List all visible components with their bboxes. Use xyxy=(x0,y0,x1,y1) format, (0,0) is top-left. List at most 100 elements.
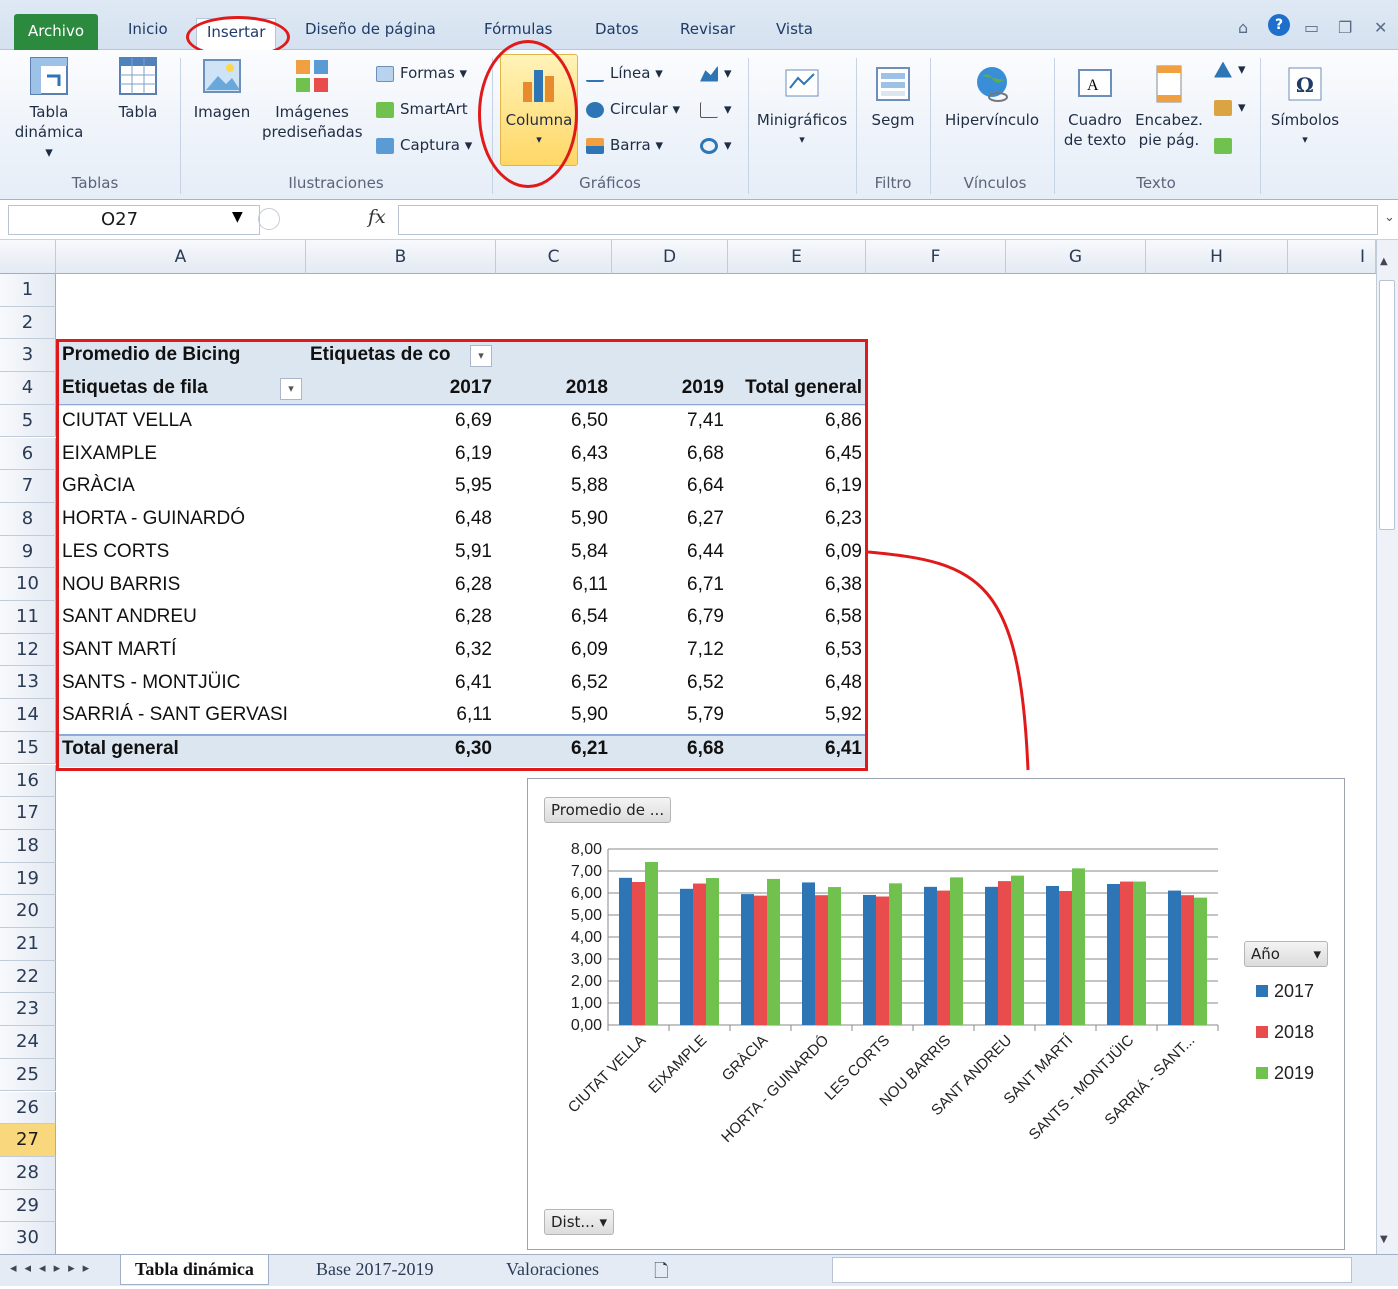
wordart-button[interactable]: ▾ xyxy=(1214,60,1246,78)
fx-icon[interactable]: fx xyxy=(368,206,386,228)
row-header[interactable]: 20 xyxy=(0,895,56,928)
insert-sheet-icon[interactable]: 🗋 xyxy=(640,1255,682,1285)
row-header[interactable]: 28 xyxy=(0,1156,56,1190)
shapes-button[interactable]: Formas ▾ xyxy=(376,64,467,82)
horizontal-scrollbar[interactable] xyxy=(832,1257,1352,1283)
row-header[interactable]: 26 xyxy=(0,1091,56,1125)
column-header[interactable]: B xyxy=(306,240,496,274)
tab-formulas[interactable]: Fórmulas xyxy=(484,20,552,38)
function-wizard-icon[interactable] xyxy=(258,208,280,230)
sparklines-button[interactable]: Minigráficos ▾ xyxy=(752,64,852,150)
row-header[interactable]: 10 xyxy=(0,568,56,601)
row-header[interactable]: 27 xyxy=(0,1124,56,1157)
column-header[interactable]: F xyxy=(866,240,1006,274)
row-header[interactable]: 17 xyxy=(0,797,56,830)
tab-inicio[interactable]: Inicio xyxy=(128,20,168,38)
tab-datos[interactable]: Datos xyxy=(595,20,639,38)
column-header[interactable]: E xyxy=(728,240,866,274)
row-header[interactable]: 11 xyxy=(0,601,56,634)
column-header[interactable]: A xyxy=(56,240,306,274)
bar-2019-8 xyxy=(1133,881,1146,1025)
pivot-chart[interactable]: Promedio de ... Dist... ▾ 0,00 1,00 2,00 3,… xyxy=(527,778,1345,1250)
scatter-chart-button[interactable]: ▾ xyxy=(700,100,732,118)
row-header[interactable]: 25 xyxy=(0,1058,56,1092)
column-header[interactable]: D xyxy=(612,240,728,274)
line-chart-button[interactable]: Línea ▾ xyxy=(586,64,663,82)
scroll-thumb[interactable] xyxy=(1379,280,1395,530)
row-header[interactable]: 30 xyxy=(0,1222,56,1255)
image-button[interactable]: Imagen xyxy=(188,56,256,122)
row-header[interactable]: 2 xyxy=(0,306,56,340)
sheet-tab-valoraciones[interactable]: Valoraciones xyxy=(492,1255,613,1285)
pie-chart-button[interactable]: Circular ▾ xyxy=(586,100,680,118)
row-header[interactable]: 5 xyxy=(0,404,56,438)
row-header[interactable]: 12 xyxy=(0,633,56,667)
legend-field-button[interactable]: Año ▾ xyxy=(1244,941,1328,967)
tab-revisar[interactable]: Revisar xyxy=(680,20,735,38)
smartart-button[interactable]: SmartArt xyxy=(376,100,468,118)
table-button[interactable]: Tabla xyxy=(108,56,168,122)
name-box-dropdown-icon[interactable]: ▼ xyxy=(232,209,243,225)
name-box[interactable]: O27 xyxy=(8,205,260,235)
column-header[interactable]: H xyxy=(1146,240,1288,274)
row-header[interactable]: 4 xyxy=(0,372,56,405)
row-header[interactable]: 23 xyxy=(0,993,56,1027)
other-charts-button[interactable]: ▾ xyxy=(700,136,732,154)
formula-input[interactable] xyxy=(398,205,1378,235)
bar-2018-1 xyxy=(693,883,706,1025)
sheet-tab-base[interactable]: Base 2017-2019 xyxy=(302,1255,447,1285)
column-header[interactable]: C xyxy=(496,240,612,274)
textbox-button[interactable]: A Cuadro de texto xyxy=(1060,64,1130,150)
row-header[interactable]: 18 xyxy=(0,829,56,863)
clipart-button[interactable]: Imágenes prediseñadas xyxy=(262,56,363,142)
vertical-scrollbar[interactable]: ▲ ▼ xyxy=(1376,240,1398,1254)
tab-diseno-pagina[interactable]: Diseño de página xyxy=(305,20,436,38)
hyperlink-button[interactable]: Hipervínculo xyxy=(936,64,1048,130)
help-icon[interactable]: ? xyxy=(1268,14,1290,36)
expand-formula-icon[interactable]: ⌄ xyxy=(1384,210,1395,225)
row-header[interactable]: 29 xyxy=(0,1189,56,1223)
sheet-tab-bar: ◂◂◂▸▸▸ Tabla dinámica Base 2017-2019 Val… xyxy=(0,1254,1398,1286)
minimize-window-icon[interactable]: ▭ xyxy=(1304,18,1319,37)
column-header[interactable]: I xyxy=(1288,240,1376,274)
slicer-button[interactable]: Segm xyxy=(864,64,922,130)
minimize-ribbon-icon[interactable]: ⌂ xyxy=(1238,18,1248,37)
signature-line-button[interactable]: ▾ xyxy=(1214,98,1246,116)
sheet-tab-tabla-dinamica[interactable]: Tabla dinámica xyxy=(120,1255,269,1285)
bar-chart-button[interactable]: Barra ▾ xyxy=(586,136,663,154)
row-header[interactable]: 15 xyxy=(0,731,56,765)
column-header[interactable]: G xyxy=(1006,240,1146,274)
row-header[interactable]: 24 xyxy=(0,1026,56,1059)
scroll-up-icon[interactable]: ▲ xyxy=(1380,256,1388,267)
row-header[interactable]: 6 xyxy=(0,437,56,471)
row-header[interactable]: 8 xyxy=(0,502,56,536)
pivot-table-button[interactable]: Tabla dinámica ▾ xyxy=(14,56,84,162)
capture-button[interactable]: Captura ▾ xyxy=(376,136,472,154)
sheet-nav-icons[interactable]: ◂◂◂▸▸▸ xyxy=(10,1261,97,1276)
group-label-links: Vínculos xyxy=(963,174,1027,192)
svg-text:A: A xyxy=(1087,77,1099,94)
close-window-icon[interactable]: ✕ xyxy=(1374,18,1387,37)
tab-vista[interactable]: Vista xyxy=(776,20,813,38)
row-header[interactable]: 16 xyxy=(0,764,56,798)
smartart-icon xyxy=(376,101,394,118)
header-footer-button[interactable]: Encabez. pie pág. xyxy=(1132,64,1206,150)
row-header[interactable]: 1 xyxy=(0,274,56,307)
row-header[interactable]: 3 xyxy=(0,339,56,373)
row-header[interactable]: 22 xyxy=(0,960,56,994)
tab-archivo[interactable]: Archivo xyxy=(14,14,98,50)
row-header[interactable]: 9 xyxy=(0,535,56,569)
restore-window-icon[interactable]: ❐ xyxy=(1338,18,1352,37)
legend-item: 2019 xyxy=(1256,1063,1314,1084)
row-header[interactable]: 21 xyxy=(0,928,56,961)
row-header[interactable]: 19 xyxy=(0,862,56,896)
object-button[interactable] xyxy=(1214,136,1238,154)
symbols-button[interactable]: Ω Símbolos ▾ xyxy=(1266,64,1344,150)
row-header[interactable]: 14 xyxy=(0,699,56,732)
select-all-corner[interactable] xyxy=(0,240,56,274)
row-header[interactable]: 13 xyxy=(0,666,56,700)
area-chart-button[interactable]: ▾ xyxy=(700,64,732,82)
scroll-down-icon[interactable]: ▼ xyxy=(1380,1234,1388,1245)
shapes-label: Formas ▾ xyxy=(400,64,468,82)
row-header[interactable]: 7 xyxy=(0,470,56,503)
